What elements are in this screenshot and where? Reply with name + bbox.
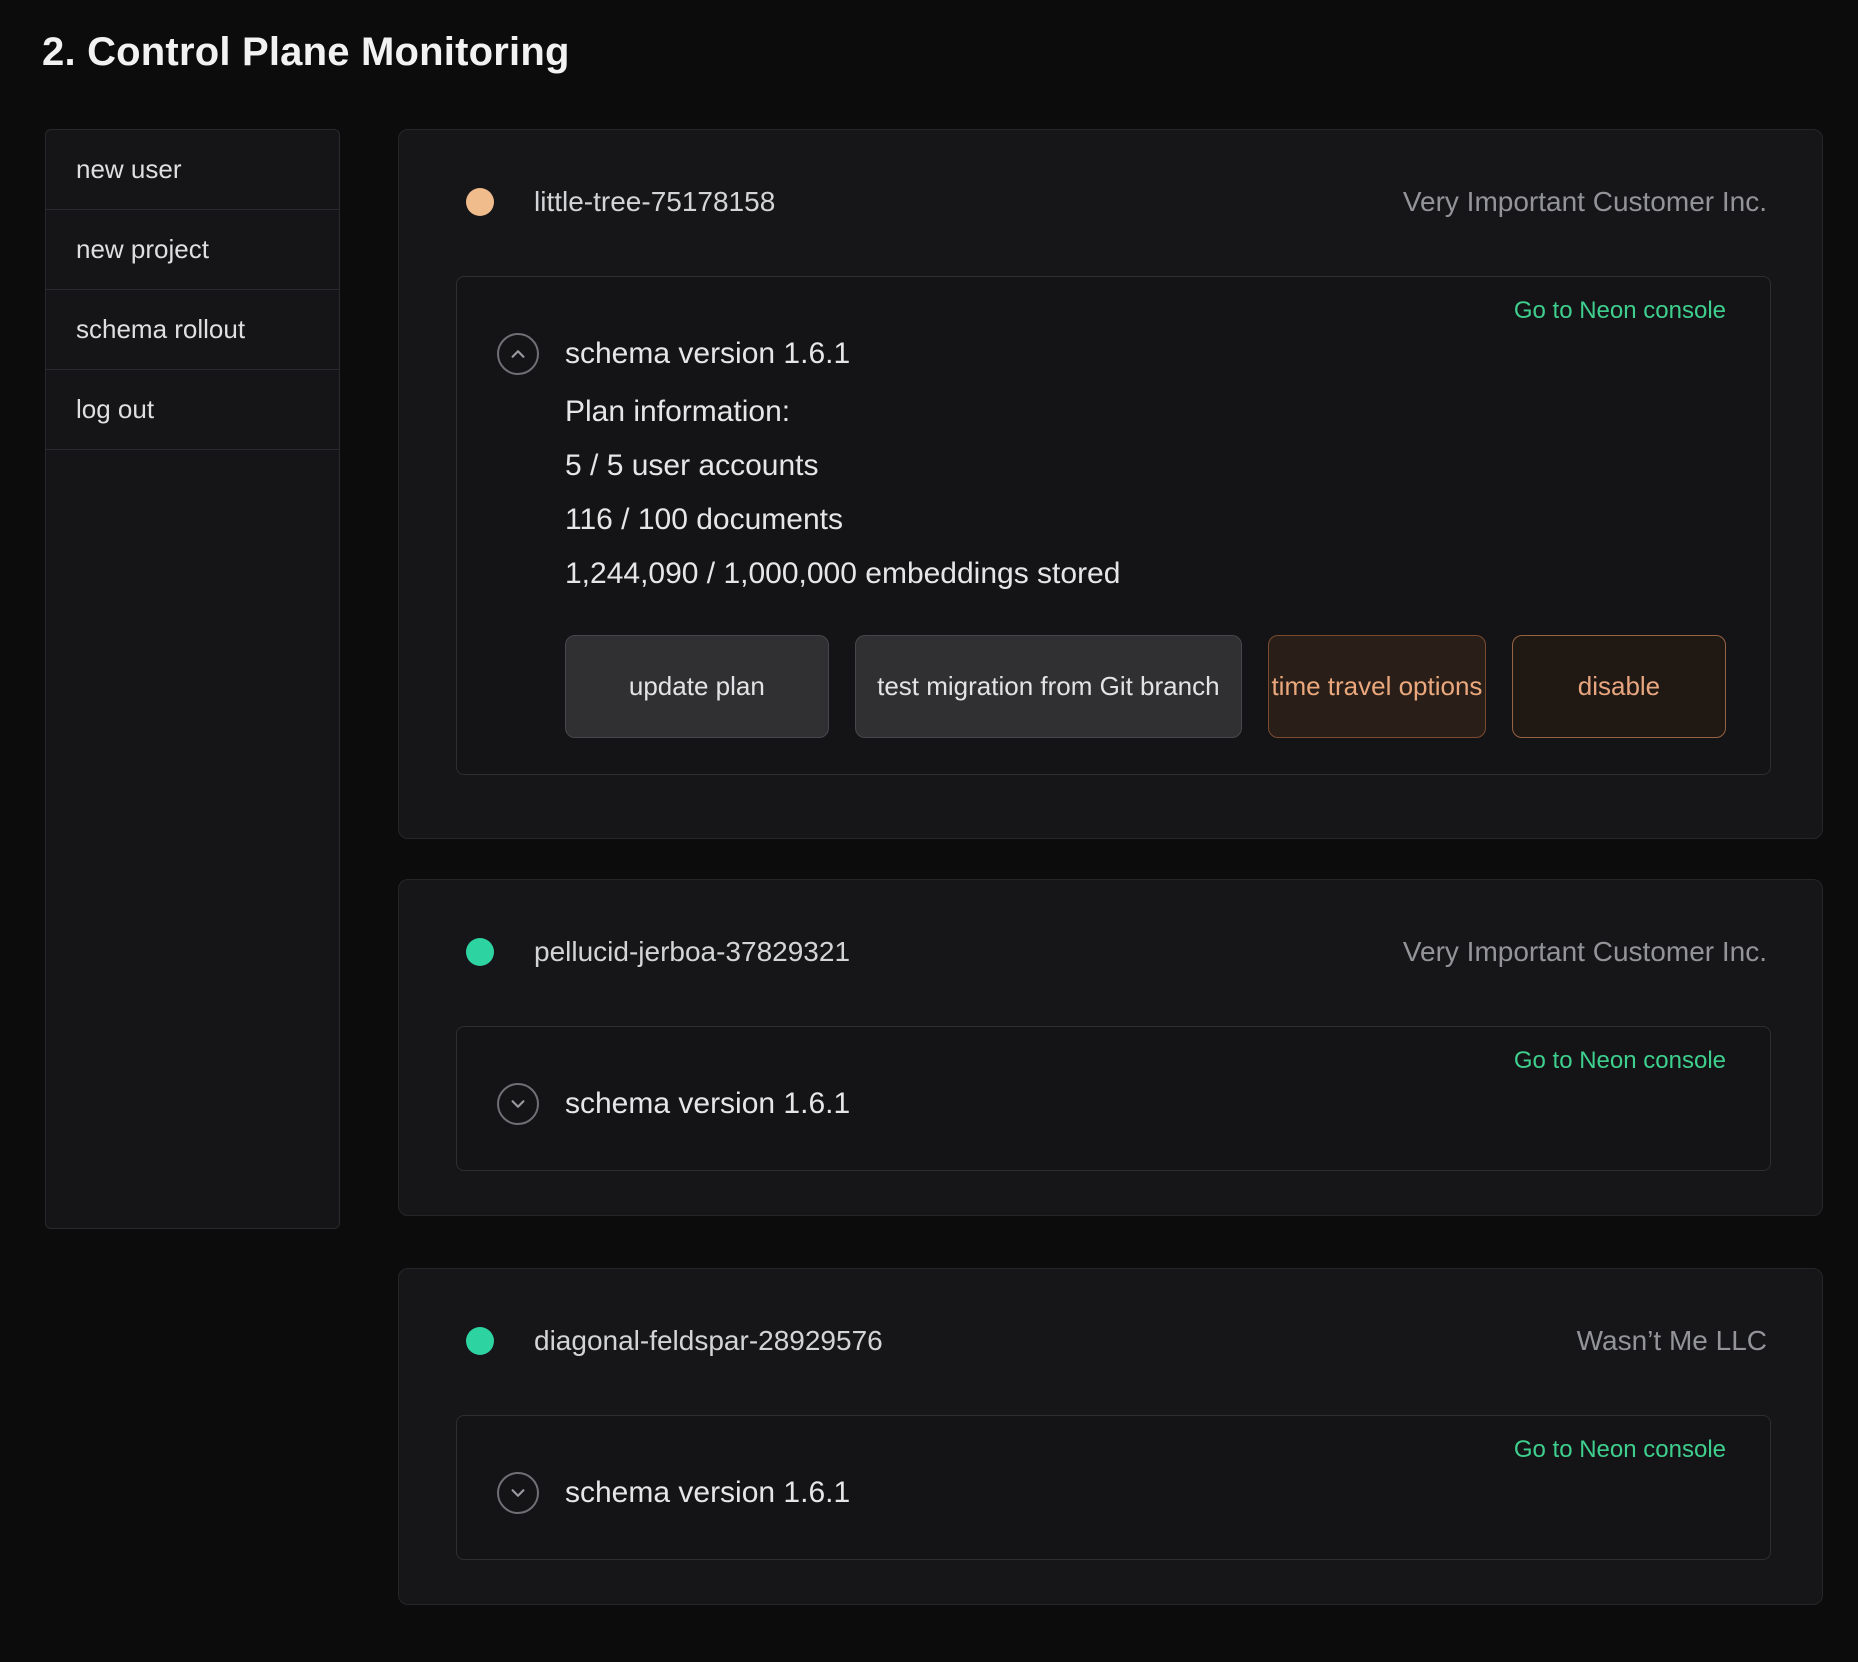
page-title: 2. Control Plane Monitoring [42, 30, 1858, 75]
main-layout: new user new project schema rollout log … [0, 129, 1858, 1605]
neon-console-link[interactable]: Go to Neon console [1514, 1047, 1726, 1074]
project-card: diagonal-feldspar-28929576 Wasn’t Me LLC… [398, 1268, 1823, 1605]
company-name: Very Important Customer Inc. [1403, 186, 1767, 218]
project-card-header: pellucid-jerboa-37829321 Very Important … [466, 930, 1767, 974]
project-name: little-tree-75178158 [534, 186, 775, 218]
chevron-up-icon[interactable] [497, 333, 539, 375]
chevron-down-icon[interactable] [497, 1083, 539, 1125]
status-dot-icon [466, 188, 494, 216]
project-card: pellucid-jerboa-37829321 Very Important … [398, 879, 1823, 1216]
project-card-header: little-tree-75178158 Very Important Cust… [466, 180, 1767, 224]
schema-row: schema version 1.6.1 [497, 1083, 1726, 1125]
disable-button[interactable]: disable [1512, 635, 1726, 738]
status-dot-icon [466, 1327, 494, 1355]
company-name: Very Important Customer Inc. [1403, 936, 1767, 968]
plan-embeddings: 1,244,090 / 1,000,000 embeddings stored [565, 547, 1726, 601]
test-migration-button[interactable]: test migration from Git branch [855, 635, 1242, 738]
plan-documents: 116 / 100 documents [565, 493, 1726, 547]
schema-row: schema version 1.6.1 [497, 1472, 1726, 1514]
project-card: little-tree-75178158 Very Important Cust… [398, 129, 1823, 839]
project-card-header: diagonal-feldspar-28929576 Wasn’t Me LLC [466, 1319, 1767, 1363]
console-link-row: Go to Neon console [497, 1047, 1726, 1077]
sidebar-item-log-out[interactable]: log out [46, 370, 339, 450]
plan-information: Plan information: 5 / 5 user accounts 11… [565, 385, 1726, 601]
time-travel-options-button[interactable]: time travel options [1268, 635, 1486, 738]
project-details-panel: Go to Neon console schema version 1.6.1 [456, 1415, 1771, 1560]
project-name: pellucid-jerboa-37829321 [534, 936, 850, 968]
schema-version-label: schema version 1.6.1 [565, 1087, 850, 1121]
neon-console-link[interactable]: Go to Neon console [1514, 1436, 1726, 1463]
project-details-panel: Go to Neon console schema version 1.6.1 [456, 1026, 1771, 1171]
schema-version-label: schema version 1.6.1 [565, 337, 850, 371]
console-link-row: Go to Neon console [497, 1436, 1726, 1466]
schema-row: schema version 1.6.1 [497, 333, 1726, 375]
plan-heading: Plan information: [565, 385, 1726, 439]
sidebar-item-schema-rollout[interactable]: schema rollout [46, 290, 339, 370]
project-name: diagonal-feldspar-28929576 [534, 1325, 883, 1357]
projects-list: little-tree-75178158 Very Important Cust… [398, 129, 1823, 1605]
schema-version-label: schema version 1.6.1 [565, 1476, 850, 1510]
update-plan-button[interactable]: update plan [565, 635, 829, 738]
plan-actions: update plan test migration from Git bran… [565, 635, 1726, 738]
chevron-down-icon[interactable] [497, 1472, 539, 1514]
sidebar: new user new project schema rollout log … [45, 129, 340, 1229]
company-name: Wasn’t Me LLC [1577, 1325, 1767, 1357]
status-dot-icon [466, 938, 494, 966]
sidebar-item-new-user[interactable]: new user [46, 130, 339, 210]
neon-console-link[interactable]: Go to Neon console [1514, 297, 1726, 324]
sidebar-item-new-project[interactable]: new project [46, 210, 339, 290]
plan-user-accounts: 5 / 5 user accounts [565, 439, 1726, 493]
project-details-panel: Go to Neon console schema version 1.6.1 … [456, 276, 1771, 775]
console-link-row: Go to Neon console [497, 297, 1726, 327]
